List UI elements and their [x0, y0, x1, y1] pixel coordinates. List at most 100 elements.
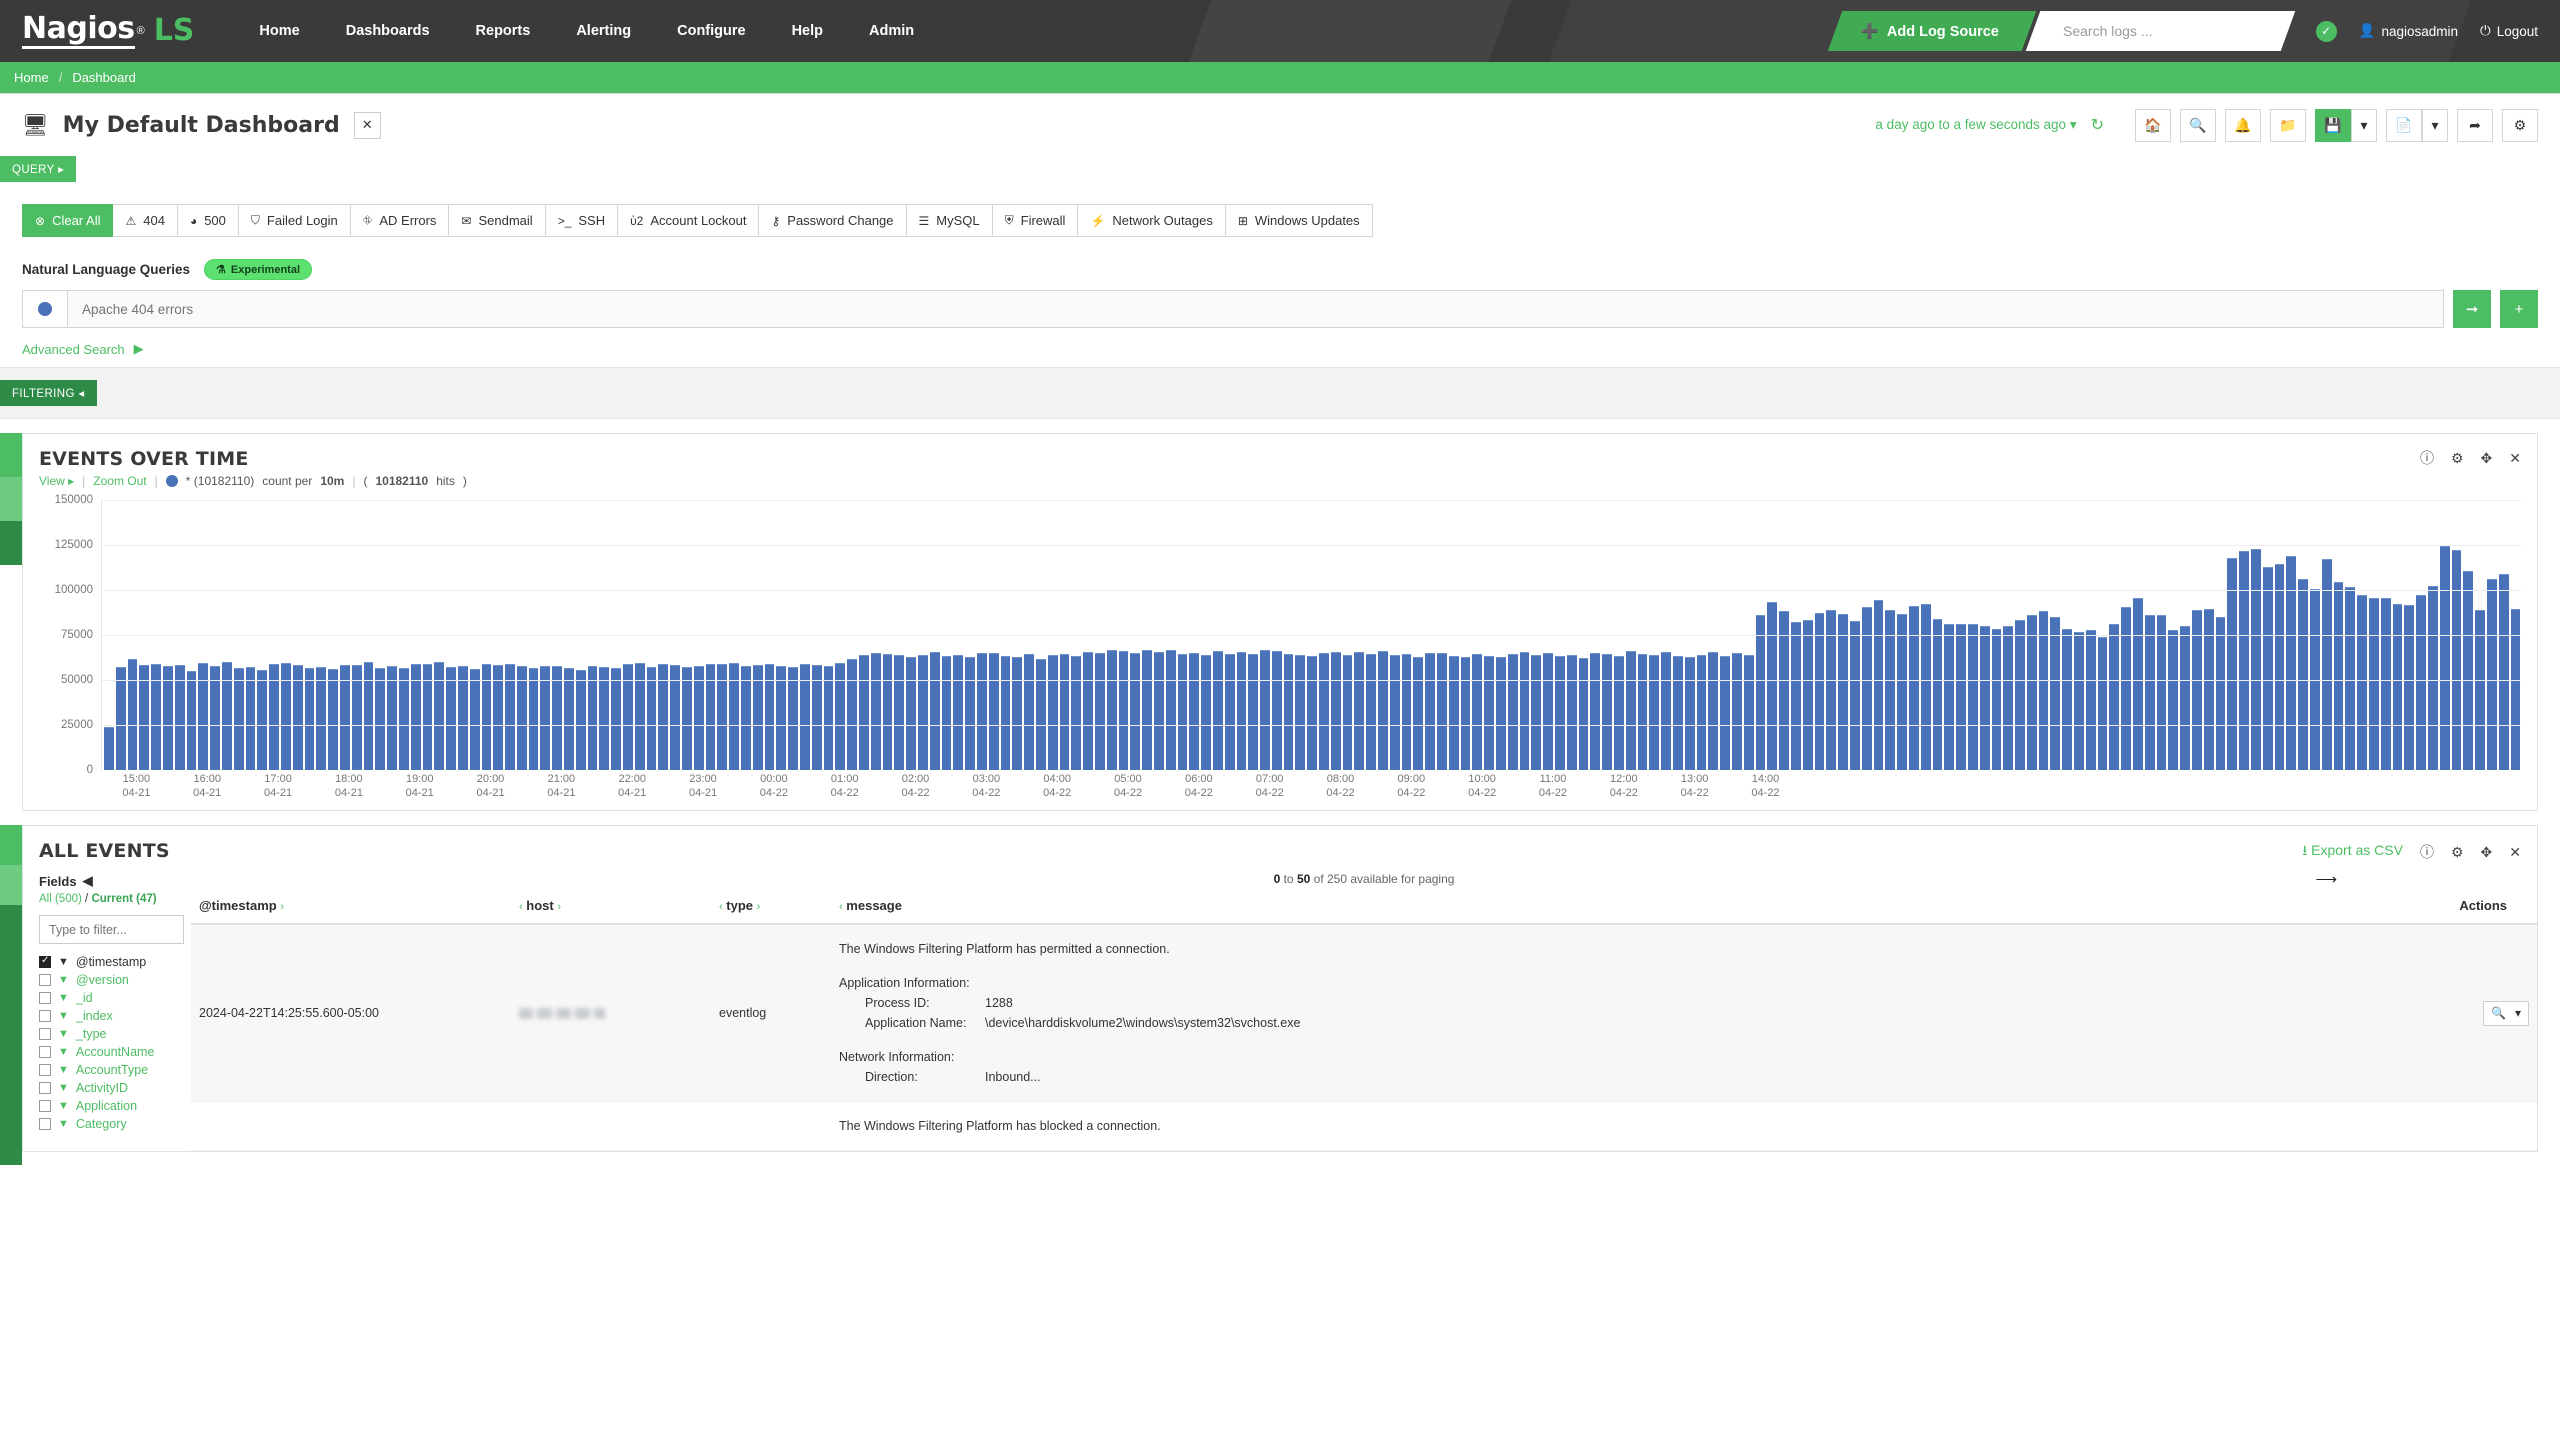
chart-bar[interactable] [1861, 607, 1872, 770]
chart-bar[interactable] [2180, 625, 2191, 770]
chart-bar[interactable] [2392, 604, 2403, 770]
chart-bar[interactable] [115, 667, 126, 770]
document-icon-button[interactable]: 📄 [2386, 108, 2422, 142]
chart-bar[interactable] [988, 653, 999, 770]
chart-bar[interactable] [1083, 652, 1093, 770]
gear-icon[interactable]: ⚙ [2451, 450, 2464, 467]
chart-bar[interactable] [906, 656, 916, 770]
chart-bar[interactable] [1000, 656, 1011, 770]
chart-bar[interactable] [221, 662, 232, 770]
chart-bar[interactable] [634, 662, 645, 770]
chart-bar[interactable] [1047, 654, 1058, 770]
close-icon[interactable]: ✕ [2509, 844, 2521, 861]
chart-bar[interactable] [1437, 653, 1447, 770]
chart-bar[interactable] [1260, 649, 1270, 770]
search-icon-button[interactable]: 🔍 [2180, 108, 2216, 142]
info-icon[interactable]: ⓘ [2420, 842, 2434, 862]
chart-bar[interactable] [1153, 651, 1164, 770]
chart-bar[interactable] [1071, 656, 1082, 770]
field-list-item[interactable]: ▼ _index [39, 1007, 191, 1025]
chart-bar[interactable] [2369, 597, 2379, 770]
chart-bar[interactable] [1543, 653, 1554, 770]
table-row[interactable]: 2024-04-22T14:25:55.600-05:00 eventlog The… [191, 924, 2537, 1102]
chart-bar[interactable] [564, 667, 574, 770]
field-checkbox[interactable] [39, 1010, 51, 1022]
chart-bar[interactable] [1106, 650, 1117, 770]
chart-bar[interactable] [1826, 609, 1837, 770]
query-filter-ssh[interactable]: >_ SSH [545, 204, 619, 237]
chart-bar[interactable] [2168, 629, 2179, 770]
chart-bar[interactable] [2085, 630, 2096, 770]
chart-bar[interactable] [2298, 579, 2309, 770]
field-list-item[interactable]: ▼ Application [39, 1097, 191, 1115]
chart-bar[interactable] [1649, 654, 1660, 770]
chart-bar[interactable] [1307, 656, 1318, 770]
column-header-timestamp[interactable]: @timestamp › [191, 886, 511, 925]
query-filter-sendmail[interactable]: ✉ Sendmail [449, 204, 546, 237]
chart-bar[interactable] [1967, 624, 1978, 770]
table-row[interactable]: The Windows Filtering Platform has block… [191, 1101, 2537, 1151]
chart-bar[interactable] [2262, 566, 2273, 770]
chart-bar[interactable] [693, 665, 704, 770]
chart-bar[interactable] [1118, 650, 1129, 770]
chart-bar[interactable] [1814, 612, 1825, 770]
open-folder-icon-button[interactable]: 📁 [2270, 108, 2306, 142]
chart-bar[interactable] [929, 652, 940, 770]
query-filter-500[interactable]: ◕ 500 [177, 204, 239, 237]
query-filter-failed-login[interactable]: ⛉ Failed Login [238, 204, 351, 237]
filter-funnel-icon[interactable]: ▼ [58, 1118, 69, 1130]
query-filter-firewall[interactable]: ⛨ Firewall [992, 204, 1079, 237]
chart-bar[interactable] [127, 659, 138, 770]
chart-bar[interactable] [1602, 653, 1612, 770]
chart-bar[interactable] [2439, 545, 2450, 770]
field-checkbox[interactable] [39, 1064, 51, 1076]
chart-bar[interactable] [398, 668, 409, 770]
row-actions-button[interactable]: 🔍 ▾ [2483, 1000, 2529, 1026]
field-list-item[interactable]: ▼ @timestamp [39, 953, 191, 971]
chart-bar[interactable] [104, 726, 114, 770]
field-list-item[interactable]: ▼ AccountType [39, 1061, 191, 1079]
chart-bar[interactable] [1342, 655, 1353, 770]
chart-bar[interactable] [847, 658, 857, 770]
chart-bar[interactable] [1189, 652, 1200, 770]
refresh-icon[interactable]: ↻ [2091, 115, 2104, 135]
query-filter-clear-all[interactable]: ⊗ Clear All [22, 204, 114, 237]
chart-bar[interactable] [186, 671, 197, 770]
chart-bar[interactable] [2380, 597, 2391, 770]
chart-bar[interactable] [882, 654, 893, 770]
chart-bar[interactable] [1519, 652, 1530, 770]
info-icon[interactable]: ⓘ [2420, 448, 2434, 468]
chart-bar[interactable] [941, 655, 952, 770]
chart-bar[interactable] [611, 667, 622, 770]
chart-bar[interactable] [1236, 651, 1247, 770]
chart-bar[interactable] [1885, 609, 1896, 770]
collapse-left-icon[interactable]: ◀ [83, 873, 93, 889]
query-filter-ad-errors[interactable]: ⛗ AD Errors [350, 204, 450, 237]
nav-item-reports[interactable]: Reports [453, 2, 554, 60]
field-list-item[interactable]: ▼ Category [39, 1115, 191, 1133]
gear-icon-button[interactable]: ⚙ [2502, 108, 2538, 142]
chart-bar[interactable] [1755, 615, 1766, 770]
column-header-type[interactable]: ‹ type › [711, 886, 831, 925]
chart-bar[interactable] [1354, 651, 1365, 770]
chart-bar[interactable] [257, 669, 268, 770]
nav-item-home[interactable]: Home [236, 2, 322, 60]
chart-bar[interactable] [280, 662, 291, 770]
fields-all-count[interactable]: All (500) [39, 893, 82, 905]
chart-bar[interactable] [1507, 654, 1518, 770]
column-header-host[interactable]: ‹ host › [511, 886, 711, 925]
chart-bar[interactable] [776, 665, 787, 770]
chart-bar[interactable] [1059, 653, 1070, 770]
field-list-item[interactable]: ▼ @version [39, 971, 191, 989]
chart-bar[interactable] [729, 662, 740, 770]
query-filter-mysql[interactable]: ☰ MySQL [906, 204, 993, 237]
chart-bar[interactable] [741, 665, 751, 770]
chart-bar[interactable] [1625, 650, 1636, 770]
filter-funnel-icon[interactable]: ▼ [58, 1028, 69, 1040]
chart-bar[interactable] [1566, 654, 1577, 770]
chart-bar[interactable] [469, 669, 480, 770]
nav-item-help[interactable]: Help [769, 2, 846, 60]
chart-bar[interactable] [1035, 658, 1046, 770]
chart-bar[interactable] [1389, 654, 1400, 770]
chart-bar[interactable] [2333, 581, 2344, 770]
